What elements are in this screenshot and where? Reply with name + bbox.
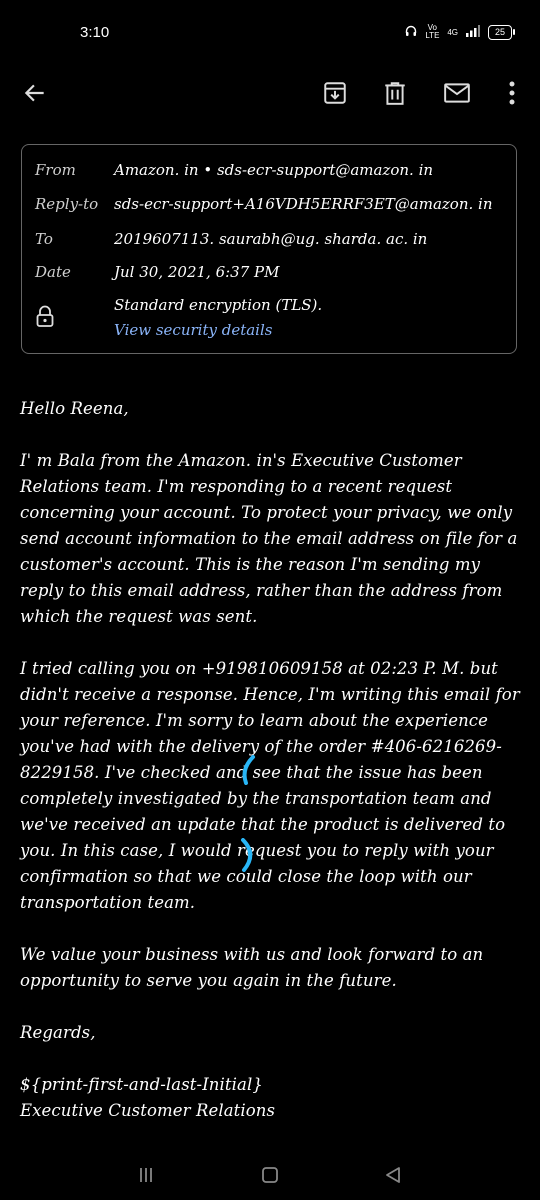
- home-icon: [262, 1167, 278, 1183]
- system-back-button[interactable]: [378, 1160, 408, 1190]
- more-options-button[interactable]: [495, 76, 529, 110]
- greeting: Hello Reena,: [20, 399, 129, 418]
- recent-apps-button[interactable]: [131, 1160, 161, 1190]
- body-paragraph-2: I tried calling you on +919810609158 at …: [20, 659, 520, 912]
- more-vert-icon: [509, 81, 515, 105]
- body-paragraph-1: I' m Bala from the Amazon. in's Executiv…: [20, 451, 518, 626]
- annotation-open-bracket: [242, 755, 255, 785]
- battery-icon: 25: [488, 24, 515, 40]
- reply-to-value[interactable]: sds-ecr-support+A16VDH5ERRF3ET@amazon. i…: [114, 195, 493, 213]
- to-label: To: [35, 230, 53, 248]
- email-details-card: From Amazon. in • sds-ecr-support@amazon…: [21, 144, 517, 354]
- delete-button[interactable]: [378, 76, 412, 110]
- signal-icon: [466, 24, 480, 40]
- signature-name: ${print-first-and-last-Initial}: [20, 1075, 263, 1094]
- back-button[interactable]: [18, 76, 52, 110]
- reply-to-label: Reply-to: [35, 195, 99, 213]
- email-toolbar: [0, 68, 540, 118]
- system-navigation-bar: [0, 1150, 540, 1200]
- menu-icon: [140, 1168, 152, 1182]
- mail-icon: [444, 83, 470, 103]
- home-button[interactable]: [255, 1160, 285, 1190]
- date-label: Date: [35, 263, 71, 281]
- archive-icon: [324, 82, 346, 104]
- status-bar: 3:10 Vo LTE 4G 25: [0, 0, 540, 68]
- to-value[interactable]: 2019607113. saurabh@ug. sharda. ac. in: [114, 230, 427, 248]
- volte-indicator: Vo LTE: [425, 23, 440, 40]
- network-type: 4G: [447, 27, 458, 37]
- date-value: Jul 30, 2021, 6:37 PM: [114, 263, 280, 281]
- headphones-icon: [405, 25, 417, 40]
- view-security-details-link[interactable]: View security details: [114, 321, 272, 339]
- archive-button[interactable]: [318, 76, 352, 110]
- from-value[interactable]: Amazon. in • sds-ecr-support@amazon. in: [114, 161, 433, 179]
- signature-title: Executive Customer Relations: [20, 1101, 276, 1120]
- battery-level: 25: [494, 27, 505, 37]
- from-label: From: [35, 161, 76, 179]
- annotation-close-bracket: [241, 838, 253, 872]
- status-time: 3:10: [80, 24, 110, 41]
- regards: Regards,: [20, 1023, 96, 1042]
- lock-icon: [36, 305, 56, 327]
- back-arrow-icon: [24, 84, 44, 102]
- email-body: Hello Reena, I' m Bala from the Amazon. …: [20, 396, 525, 1124]
- mark-unread-button[interactable]: [440, 76, 474, 110]
- body-paragraph-3: We value your business with us and look …: [20, 945, 484, 990]
- back-nav-icon: [386, 1167, 400, 1183]
- encryption-status: Standard encryption (TLS).: [114, 296, 323, 314]
- status-icons: Vo LTE 4G 25: [405, 23, 515, 40]
- delete-icon: [385, 82, 405, 105]
